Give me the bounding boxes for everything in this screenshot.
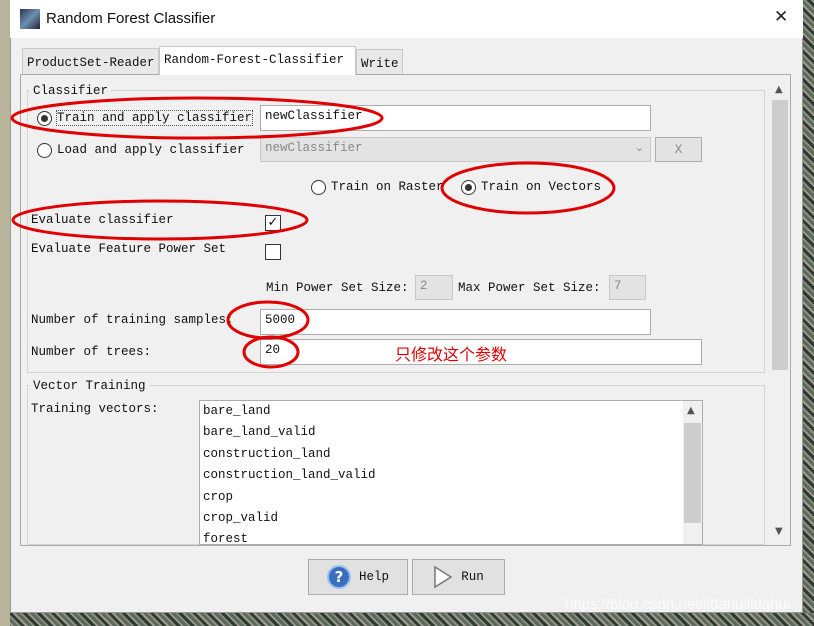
tab-random-forest-classifier[interactable]: Random-Forest-Classifier — [159, 46, 356, 75]
panel-scrollbar[interactable]: ▲ ▼ — [770, 80, 790, 542]
list-item[interactable]: bare_land_valid — [203, 425, 316, 439]
list-item[interactable]: construction_land — [203, 447, 331, 461]
train-on-raster-label[interactable]: Train on Raster — [331, 180, 444, 194]
help-button[interactable]: ? Help — [308, 559, 408, 595]
scroll-down-icon[interactable]: ▼ — [775, 526, 783, 537]
help-label: Help — [358, 570, 389, 584]
run-play-icon — [434, 565, 453, 589]
scroll-up-icon[interactable]: ▲ — [687, 405, 695, 416]
run-button[interactable]: Run — [412, 559, 505, 595]
list-scrollbar-thumb[interactable] — [684, 423, 701, 523]
tab-label: ProductSet-Reader — [27, 56, 155, 70]
min-power-set-label: Min Power Set Size: — [266, 281, 409, 295]
train-on-vectors-label[interactable]: Train on Vectors — [481, 180, 601, 194]
list-item[interactable]: forest — [203, 532, 248, 544]
background-image-bottom — [0, 613, 814, 626]
training-samples-input[interactable]: 5000 — [260, 309, 651, 335]
list-scrollbar[interactable]: ▲ — [683, 401, 702, 544]
load-apply-label[interactable]: Load and apply classifier — [57, 143, 245, 157]
window-title: Random Forest Classifier — [46, 10, 216, 27]
snap-icon — [20, 9, 40, 29]
load-apply-radio[interactable] — [37, 143, 52, 158]
train-apply-label[interactable]: Train and apply classifier — [55, 110, 254, 126]
background-image — [803, 0, 814, 626]
chevron-down-icon: ⌄ — [634, 141, 644, 154]
list-item[interactable]: construction_land_valid — [203, 468, 376, 482]
background-left-edge — [0, 0, 10, 626]
clear-classifier-button[interactable]: X — [655, 137, 702, 162]
train-on-raster-radio[interactable] — [311, 180, 326, 195]
tab-label: Random-Forest-Classifier — [164, 53, 345, 67]
train-apply-radio[interactable] — [37, 111, 52, 126]
scroll-up-icon[interactable]: ▲ — [775, 84, 783, 95]
training-vectors-label: Training vectors: — [31, 402, 159, 416]
title-bar: Random Forest Classifier ✕ — [10, 0, 803, 38]
classifier-select[interactable]: newClassifier ⌄ — [260, 137, 651, 162]
help-icon: ? — [326, 565, 351, 589]
watermark: https://blog.csdn.net/lidahuilidahui — [565, 596, 791, 613]
train-on-vectors-radio[interactable] — [461, 180, 476, 195]
evaluate-classifier-label: Evaluate classifier — [31, 213, 174, 227]
list-item[interactable]: crop — [203, 490, 233, 504]
training-vectors-list[interactable]: bare_land bare_land_valid construction_l… — [199, 400, 703, 545]
close-icon[interactable]: ✕ — [774, 7, 788, 27]
max-power-set-input[interactable]: 7 — [609, 275, 646, 300]
classifier-group-label: Classifier — [30, 84, 112, 98]
min-power-set-input[interactable]: 2 — [415, 275, 453, 300]
tab-write[interactable]: Write — [356, 49, 403, 75]
evaluate-classifier-checkbox[interactable]: ✓ — [265, 215, 281, 231]
list-item[interactable]: crop_valid — [203, 511, 278, 525]
vector-training-group-label: Vector Training — [30, 379, 149, 393]
list-item[interactable]: bare_land — [203, 404, 271, 418]
classifier-name-input[interactable]: newClassifier — [260, 105, 651, 131]
max-power-set-label: Max Power Set Size: — [458, 281, 601, 295]
tab-productset-reader[interactable]: ProductSet-Reader — [22, 48, 159, 74]
number-of-trees-label: Number of trees: — [31, 345, 152, 359]
scrollbar-thumb[interactable] — [772, 100, 788, 370]
classifier-select-value: newClassifier — [265, 141, 363, 155]
run-label: Run — [461, 570, 484, 584]
feature-power-set-label: Evaluate Feature Power Set — [31, 242, 227, 256]
training-samples-label: Number of training samples: — [31, 313, 234, 327]
tab-label: Write — [361, 57, 399, 71]
annotation-text: 只修改这个参数 — [395, 345, 508, 364]
feature-power-set-checkbox[interactable] — [265, 244, 281, 260]
